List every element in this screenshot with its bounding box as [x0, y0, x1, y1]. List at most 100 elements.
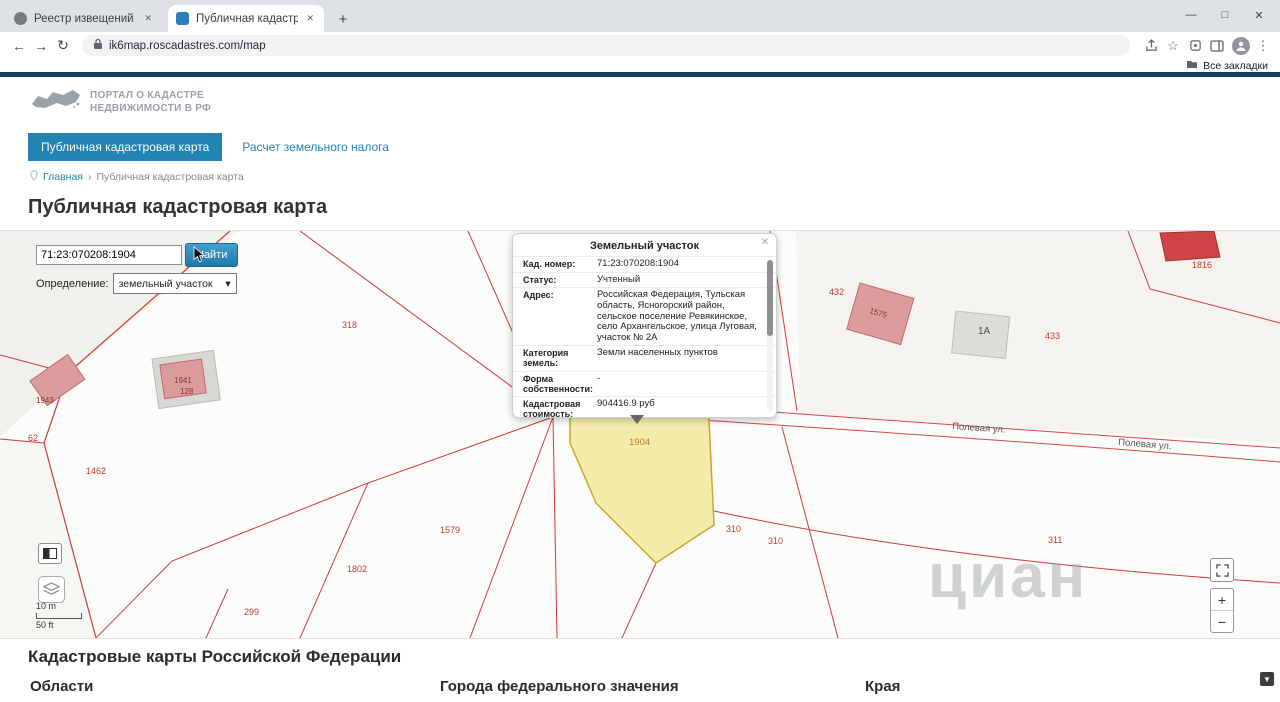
popup-scrollbar[interactable]: [767, 260, 773, 411]
page-title: Публичная кадастровая карта: [28, 196, 328, 218]
popup-row: Форма собственности: -: [513, 370, 776, 396]
footer: Кадастровые карты Российской Федерации О…: [0, 647, 1280, 702]
browser-toolbar: ← → ↻ ik6map.roscadastres.com/map ☆ ⋮: [0, 32, 1280, 59]
nav-tab-land-tax[interactable]: Расчет земельного налога: [242, 140, 389, 154]
back-button[interactable]: ←: [8, 38, 30, 54]
tab-registry[interactable]: Реестр извещений ✕: [6, 5, 162, 32]
profile-avatar[interactable]: [1232, 36, 1250, 55]
legend-button[interactable]: [38, 543, 62, 564]
popup-row: Категория земель: Земли населенных пункт…: [513, 345, 776, 370]
popup-title: Земельный участок: [590, 240, 699, 252]
scale-meters: 10 m: [36, 601, 57, 611]
scroll-down-button[interactable]: ▼: [1260, 672, 1274, 686]
svg-text:1904: 1904: [629, 437, 650, 448]
russia-map-logo-icon: [30, 86, 82, 118]
svg-text:1462: 1462: [86, 466, 106, 476]
popup-close-icon[interactable]: ✕: [761, 237, 769, 248]
svg-text:1802: 1802: [347, 564, 367, 574]
svg-text:433: 433: [1045, 331, 1060, 341]
layers-icon: [43, 582, 60, 595]
mouse-cursor-icon: [193, 246, 206, 268]
footer-columns: Области Города федерального значения Кра…: [0, 678, 1280, 702]
filter-label: Определение:: [36, 277, 109, 290]
column-krais[interactable]: Края: [865, 678, 900, 695]
tab-close-icon[interactable]: ✕: [142, 11, 154, 26]
nav-tab-cadastral-map[interactable]: Публичная кадастровая карта: [28, 133, 223, 161]
zoom-in-button[interactable]: +: [1211, 589, 1233, 610]
bookmark-star-icon[interactable]: ☆: [1164, 38, 1182, 54]
globe-favicon-icon: [14, 12, 27, 25]
all-bookmarks-label[interactable]: Все закладки: [1203, 60, 1268, 72]
svg-text:1А: 1А: [978, 326, 991, 337]
tab-title: Реестр извещений: [34, 12, 134, 25]
svg-text:1943: 1943: [36, 396, 54, 405]
breadcrumb-separator: ›: [87, 171, 92, 183]
cadastral-number-input[interactable]: [36, 245, 182, 265]
extensions-icon[interactable]: [1186, 39, 1204, 52]
cian-watermark: циан: [928, 542, 1089, 611]
popup-tail: [630, 415, 644, 424]
object-type-filter: Определение: земельный участок ▾: [36, 273, 237, 294]
popup-row: Кад. номер: 71:23:070208:1904: [513, 256, 776, 272]
forward-button[interactable]: →: [30, 38, 52, 54]
site-nav: Публичная кадастровая карта Расчет земел…: [28, 133, 1280, 161]
svg-text:318: 318: [342, 320, 357, 330]
lock-icon: [93, 38, 103, 53]
side-panel-icon[interactable]: [1208, 39, 1226, 52]
scale-bar: 10 m 50 ft: [36, 601, 82, 631]
svg-text:310: 310: [726, 524, 741, 534]
chevron-down-icon: ▾: [225, 277, 231, 290]
fullscreen-button[interactable]: [1210, 558, 1234, 582]
map-search: Найти: [36, 243, 239, 267]
cadastral-map[interactable]: 62 1462 1943 1941 128 318 1579 1802 299 …: [0, 230, 1280, 639]
site-top-stripe: [0, 72, 1280, 77]
scale-line: [36, 612, 82, 619]
tab-title: Публичная кадастровая ка: [196, 12, 299, 25]
map-favicon-icon: [176, 12, 189, 25]
site-logo[interactable]: ПОРТАЛ О КАДАСТРЕ НЕДВИЖИМОСТИ В РФ: [30, 86, 1280, 118]
browser-menu-icon[interactable]: ⋮: [1254, 38, 1272, 54]
object-type-select[interactable]: земельный участок ▾: [112, 273, 237, 294]
column-federal-cities[interactable]: Города федерального значения: [440, 678, 679, 695]
popup-row: Кадастровая стоимость: 904416.9 руб: [513, 395, 776, 417]
window-close-button[interactable]: ✕: [1242, 9, 1276, 22]
zoom-controls: + −: [1210, 588, 1234, 633]
tab-cadastral-map[interactable]: Публичная кадастровая ка ✕: [168, 5, 324, 32]
red-building: [1159, 231, 1221, 262]
logo-text: ПОРТАЛ О КАДАСТРЕ НЕДВИЖИМОСТИ В РФ: [90, 90, 211, 114]
svg-text:432: 432: [829, 287, 844, 297]
fullscreen-icon: [1215, 563, 1229, 577]
svg-text:310: 310: [768, 536, 783, 546]
legend-icon: [43, 548, 57, 559]
popup-row: Статус: Учтенный: [513, 271, 776, 288]
svg-text:128: 128: [180, 387, 194, 396]
reload-button[interactable]: ↻: [52, 37, 74, 54]
new-tab-button[interactable]: +: [332, 11, 354, 28]
location-pin-icon: [30, 170, 38, 184]
zoom-out-button[interactable]: −: [1211, 610, 1233, 632]
parcel-info-popup: Земельный участок ✕ Кад. номер: 71:23:07…: [512, 233, 777, 418]
svg-text:1816: 1816: [1192, 260, 1212, 270]
popup-scrollbar-thumb[interactable]: [767, 260, 773, 336]
window-maximize-button[interactable]: □: [1208, 9, 1242, 21]
svg-text:1941: 1941: [174, 376, 192, 385]
scale-feet: 50 ft: [36, 619, 54, 630]
column-regions[interactable]: Области: [30, 678, 93, 695]
browser-tab-strip: Реестр извещений ✕ Публичная кадастровая…: [0, 0, 1280, 32]
tab-close-icon[interactable]: ✕: [304, 11, 316, 26]
breadcrumb: Главная › Публичная кадастровая карта: [30, 170, 1280, 184]
breadcrumb-home-link[interactable]: Главная: [43, 171, 83, 183]
svg-text:299: 299: [244, 607, 259, 617]
popup-row: Адрес: Российская Федерация, Тульская об…: [513, 287, 776, 345]
footer-heading: Кадастровые карты Российской Федерации: [28, 647, 402, 666]
window-minimize-button[interactable]: —: [1174, 9, 1208, 21]
layers-button[interactable]: [38, 576, 65, 603]
svg-text:1579: 1579: [440, 525, 460, 535]
share-icon[interactable]: [1142, 39, 1160, 52]
address-bar[interactable]: ik6map.roscadastres.com/map: [82, 35, 1130, 56]
window-controls: — □ ✕: [1174, 0, 1276, 30]
bookmarks-bar: Все закладки: [0, 59, 1280, 72]
url-text: ik6map.roscadastres.com/map: [109, 39, 266, 52]
breadcrumb-current: Публичная кадастровая карта: [96, 171, 244, 183]
folder-icon: [1186, 59, 1198, 72]
